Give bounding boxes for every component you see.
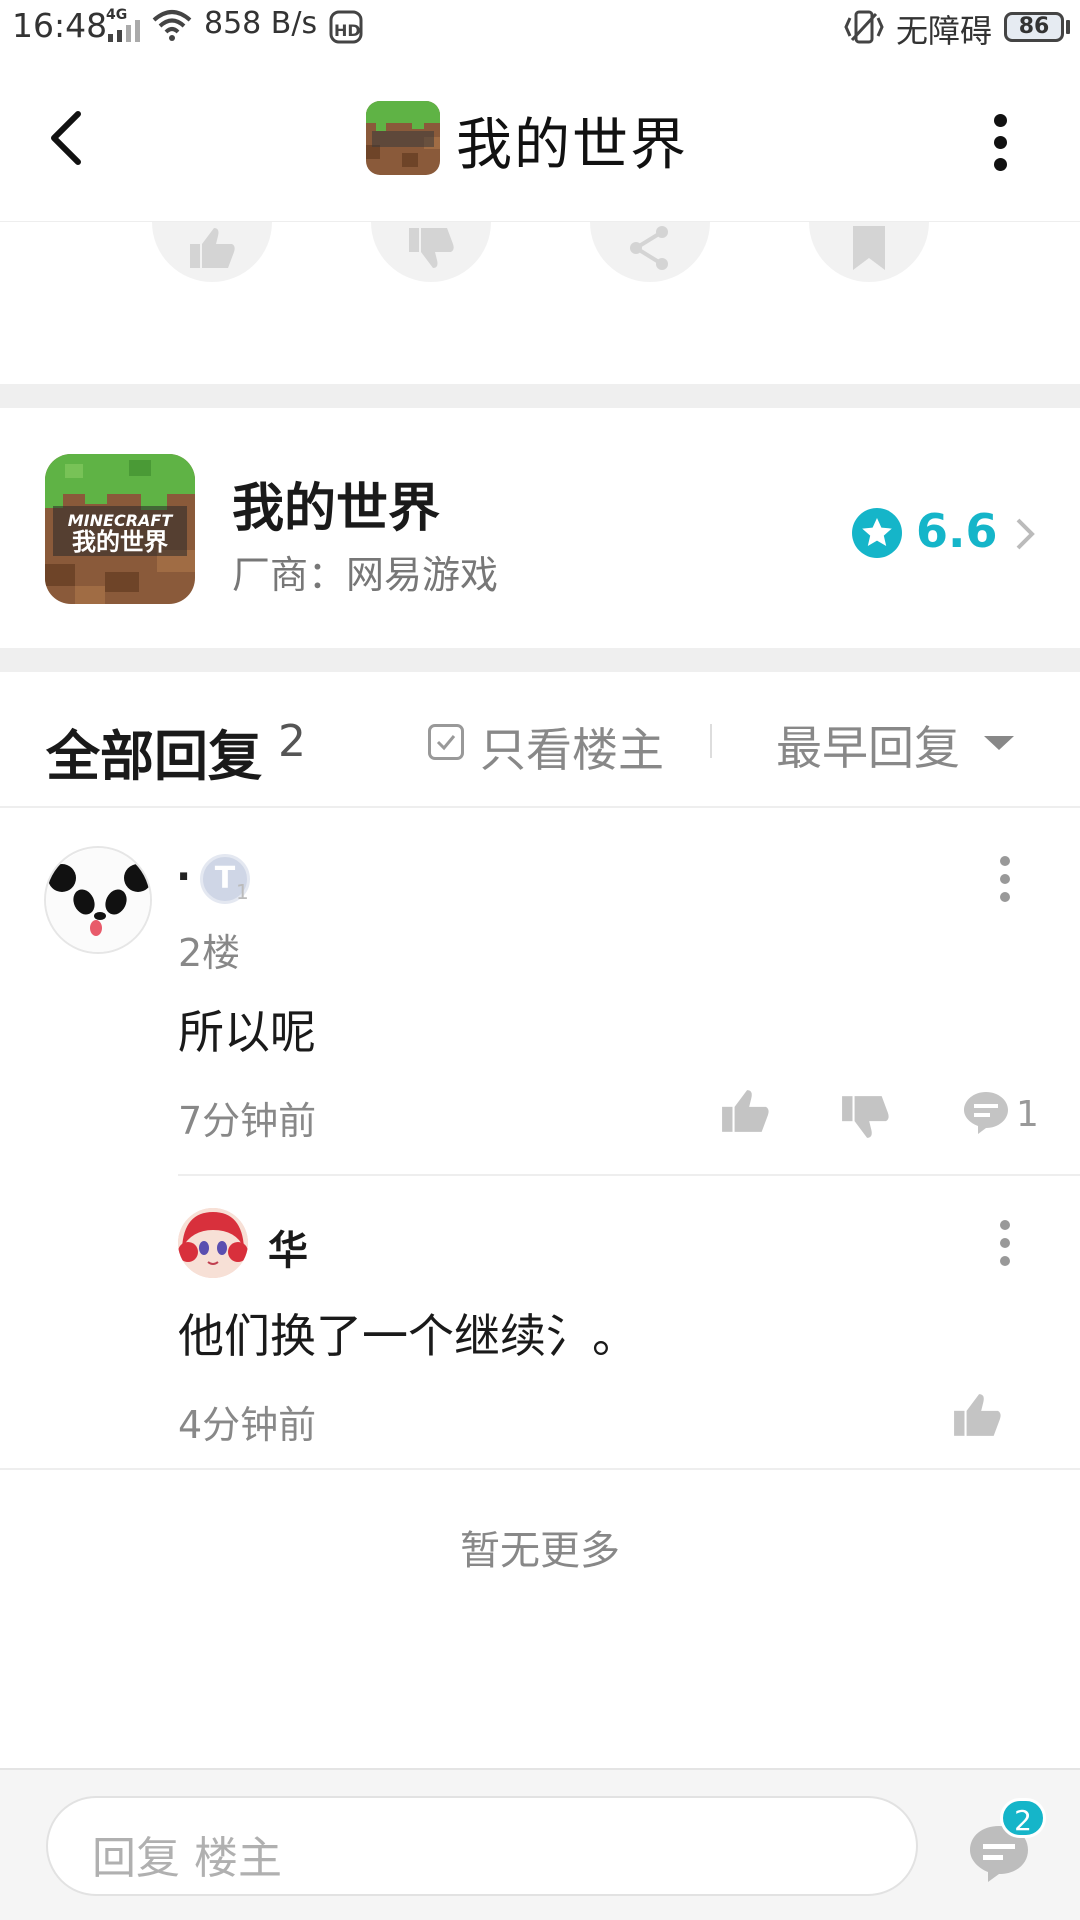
more-vertical-icon-dot (1000, 874, 1010, 884)
status-bar: 16:48 4G 858 B/s HD 无障碍 86 (0, 0, 1080, 56)
bookmark-icon (853, 226, 885, 270)
star-icon (852, 508, 902, 558)
minecraft-game-icon: MINECRAFT 我的世界 (45, 454, 195, 604)
hd-call-icon: HD (329, 10, 363, 44)
comment-text: 所以呢 (178, 1005, 316, 1059)
svg-text:HD: HD (334, 21, 361, 40)
no-more-label: 暂无更多 (460, 1528, 620, 1574)
game-card[interactable]: MINECRAFT 我的世界 我的世界 厂商：网易游戏 6.6 (0, 408, 1080, 648)
battery-tip (1066, 20, 1070, 34)
comment-floor: 2楼 (178, 931, 241, 975)
rating-value: 6.6 (916, 504, 998, 558)
comment-time: 7分钟前 (178, 1099, 317, 1143)
comment-bubble-icon[interactable] (962, 1088, 1010, 1136)
caret-down-icon[interactable] (984, 736, 1014, 750)
game-vendor: 厂商：网易游戏 (232, 553, 499, 597)
minecraft-app-icon (366, 101, 440, 175)
replies-header: 全部回复 2 只看楼主 最早回复 (0, 672, 1080, 808)
share-icon (630, 226, 668, 270)
user-level-number: 1 (236, 880, 249, 904)
more-vertical-icon (1000, 1220, 1010, 1230)
sub-reply-text: 他们换了一个继续氵。 (178, 1309, 638, 1363)
bookmark-post-button[interactable] (809, 222, 929, 282)
header-divider (710, 724, 712, 758)
sub-reply-time: 4分钟前 (178, 1403, 317, 1447)
avatar[interactable] (44, 846, 152, 954)
more-vertical-icon-dot (994, 136, 1007, 149)
reply-input[interactable]: 回复 楼主 (46, 1796, 918, 1896)
reply-placeholder: 回复 楼主 (92, 1833, 282, 1884)
game-icon-name: 我的世界 (72, 528, 168, 556)
more-vertical-icon-dot (1000, 1238, 1010, 1248)
comment-item: · T 1 2楼 所以呢 7分钟前 1 (0, 810, 1080, 1170)
game-name: 我的世界 (232, 479, 441, 539)
thumbs-up-icon (190, 228, 235, 268)
accessibility-label: 无障碍 (896, 12, 993, 50)
avatar[interactable] (178, 1208, 248, 1278)
reply-count: 1 (1016, 1094, 1039, 1135)
sub-reply-author[interactable]: 华 (268, 1218, 308, 1276)
more-options-button[interactable] (980, 110, 1022, 174)
comments-count-badge: 2 (1000, 1798, 1046, 1838)
page-title: 我的世界 (456, 113, 688, 178)
network-speed: 858 B/s (204, 6, 318, 41)
replies-title: 全部回复 (46, 725, 262, 788)
list-end-divider (0, 1468, 1080, 1470)
status-time: 16:48 (12, 6, 108, 45)
vibrate-icon (844, 10, 884, 44)
battery-icon: 86 (1004, 12, 1064, 42)
more-vertical-icon-dot (994, 158, 1007, 171)
comment-more-button[interactable] (990, 852, 1020, 912)
op-only-label: 只看楼主 (480, 723, 664, 777)
section-divider (0, 648, 1080, 672)
more-vertical-icon (994, 114, 1007, 127)
more-vertical-icon (1000, 856, 1010, 866)
wifi-icon (152, 10, 192, 41)
like-post-button[interactable] (152, 222, 272, 282)
sub-reply-more-button[interactable] (990, 1216, 1020, 1276)
replies-count: 2 (278, 716, 306, 767)
more-vertical-icon-dot (1000, 892, 1010, 902)
sub-reply-item: 华 他们换了一个继续氵。 4分钟前 (0, 1176, 1080, 1466)
bottom-reply-bar: 回复 楼主 2 (0, 1768, 1080, 1920)
sort-dropdown[interactable]: 最早回复 (776, 712, 960, 778)
thumbs-up-icon[interactable] (952, 1390, 1002, 1440)
dislike-post-button[interactable] (371, 222, 491, 282)
thumbs-up-icon[interactable] (720, 1086, 770, 1136)
top-navigation-bar: 我的世界 (0, 56, 1080, 222)
checkbox-icon[interactable] (428, 724, 464, 760)
post-actions-row (0, 222, 1080, 382)
chevron-right-icon (1016, 518, 1035, 550)
more-vertical-icon-dot (1000, 1256, 1010, 1266)
share-post-button[interactable] (590, 222, 710, 282)
signal-icon (108, 20, 140, 42)
section-divider (0, 384, 1080, 408)
thumbs-down-icon (409, 228, 454, 268)
back-arrow-icon[interactable] (38, 104, 94, 172)
comment-author[interactable]: · (176, 854, 191, 900)
thumbs-down-icon[interactable] (840, 1092, 890, 1142)
